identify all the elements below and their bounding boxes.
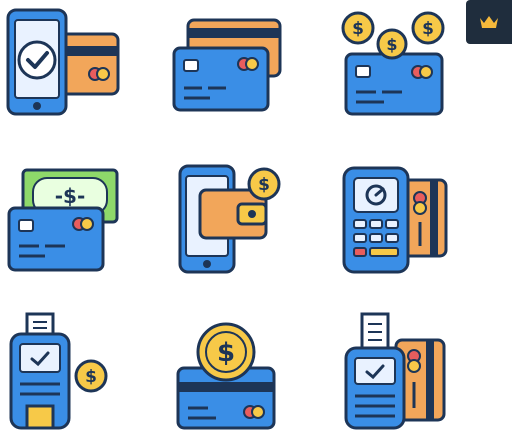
coin-glyph: $ (352, 19, 364, 39)
phone-wallet-coin-icon-art: $ (178, 164, 281, 274)
coin-on-card-icon-art: $ (176, 322, 276, 430)
card-terminal-icon[interactable] (340, 160, 460, 280)
premium-badge[interactable] (466, 0, 512, 44)
portable-terminal-coin-icon-art: $ (9, 312, 108, 430)
terminal-receipt-card-icon-art (344, 312, 446, 430)
coin-glyph: $ (217, 338, 235, 368)
coin-glyph: $ (258, 175, 270, 195)
coin-glyph: $ (422, 19, 434, 39)
cash-and-card-icon-art: -$- (7, 168, 119, 272)
phone-wallet-coin-icon[interactable]: $ (172, 160, 292, 280)
stacked-credit-cards-icon-art (172, 18, 282, 112)
terminal-receipt-card-icon[interactable] (340, 310, 460, 430)
stacked-credit-cards-icon[interactable] (170, 10, 290, 130)
phone-payment-check-icon-art (6, 8, 120, 116)
card-with-coins-icon-art: $ $ $ (341, 11, 445, 116)
cash-and-card-icon[interactable]: -$- (5, 160, 125, 280)
coin-glyph: $ (386, 35, 397, 54)
crown-icon (480, 16, 498, 28)
portable-terminal-coin-icon[interactable]: $ (5, 310, 125, 430)
cash-glyph: -$- (55, 184, 86, 208)
phone-payment-check-icon[interactable] (5, 4, 125, 124)
card-terminal-icon-art (342, 166, 448, 274)
card-with-coins-icon[interactable]: $ $ $ (340, 4, 460, 124)
coin-glyph: $ (85, 367, 97, 387)
coin-on-card-icon[interactable]: $ (172, 318, 292, 438)
